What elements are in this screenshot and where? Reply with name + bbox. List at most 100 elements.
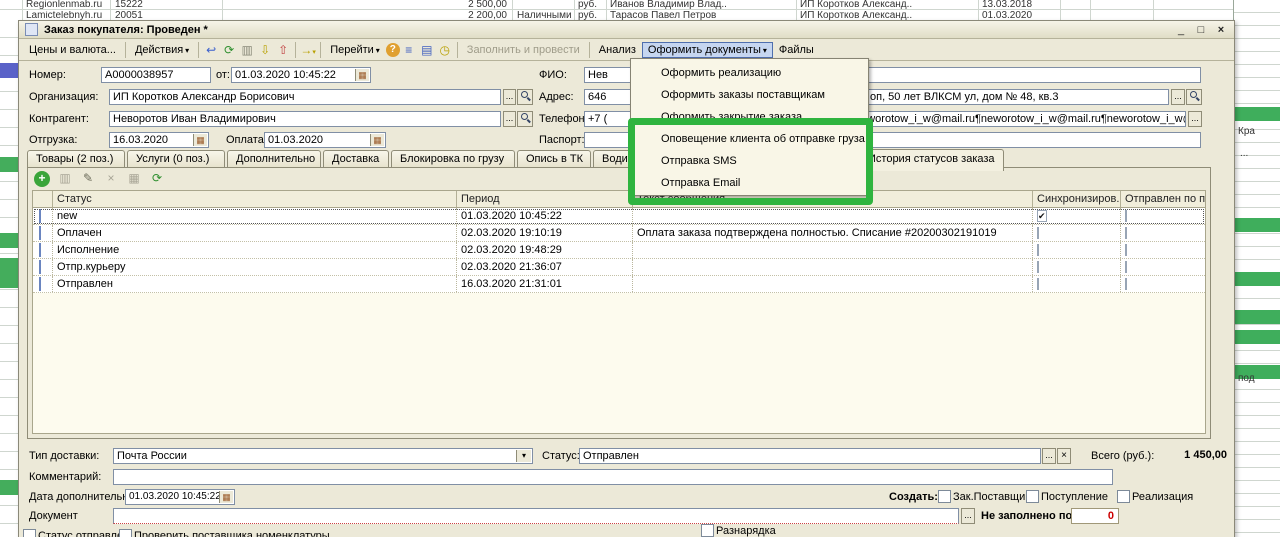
checkbox[interactable]: ✔ — [1037, 210, 1047, 222]
cell-synced — [1033, 259, 1121, 275]
reread-icon[interactable]: ↩ — [202, 42, 220, 58]
tab-goods[interactable]: Товары (2 поз.) — [27, 150, 125, 168]
background-table: Regionlenmab.ru 15222 2 500,00 руб. Иван… — [0, 0, 1233, 22]
bg-cell: ИП Коротков Александ.. — [800, 11, 930, 20]
tab-status-history[interactable]: История статусов заказа — [859, 149, 1004, 171]
delete-row-icon[interactable]: × — [103, 171, 119, 187]
export-icon[interactable]: ⇧ — [274, 42, 292, 58]
fill-and-post-button[interactable]: Заполнить и провести — [461, 42, 586, 58]
header-period[interactable]: Период — [457, 191, 633, 207]
create-supplier-order-label: Зак.Поставщику — [953, 491, 1036, 503]
checkbox[interactable] — [1037, 278, 1039, 290]
table-row[interactable]: Отправлен 16.03.2020 21:31:01 — [33, 276, 1205, 293]
status-clear-button[interactable]: × — [1057, 448, 1071, 464]
checkbox[interactable] — [1125, 210, 1127, 222]
header-status[interactable]: Статус — [53, 191, 457, 207]
tab-cargo-block[interactable]: Блокировка по грузу — [391, 150, 515, 168]
structure-icon[interactable]: ▤ — [418, 42, 436, 58]
checkbox[interactable] — [1125, 278, 1127, 290]
tab-additional[interactable]: Дополнительно — [227, 150, 321, 168]
phone-label: Телефон: — [539, 113, 588, 125]
table-row[interactable]: Отпр.курьеру 02.03.2020 21:36:07 — [33, 259, 1205, 276]
checkbox[interactable] — [1125, 227, 1127, 239]
comment-field[interactable] — [113, 469, 1113, 485]
email-field[interactable]: neworotow_i_w@mail.ru¶neworotow_i_w@mail… — [851, 111, 1186, 127]
status-label: Статус: — [542, 450, 580, 462]
make-documents-button[interactable]: Оформить документы▾ — [642, 42, 773, 58]
minimize-icon[interactable]: _ — [1174, 24, 1188, 36]
edit-row-icon[interactable]: ✎ — [80, 171, 96, 187]
chevron-down-icon[interactable]: ▾ — [516, 450, 531, 462]
header-synced[interactable]: Синхронизиров... — [1033, 191, 1121, 207]
allocation-checkbox[interactable] — [701, 524, 714, 537]
tab-delivery[interactable]: Доставка — [323, 150, 389, 168]
actions-button[interactable]: Действия▾ — [129, 42, 195, 58]
status-ellipsis-button[interactable]: ... — [1042, 448, 1056, 464]
document-field[interactable] — [113, 508, 959, 524]
tab-services[interactable]: Услуги (0 поз.) — [127, 150, 225, 168]
checkbox[interactable] — [1037, 227, 1039, 239]
create-realization-checkbox[interactable] — [1117, 490, 1130, 503]
organization-field[interactable]: ИП Коротков Александр Борисович — [109, 89, 501, 105]
checkbox[interactable] — [1125, 261, 1127, 273]
checkbox[interactable] — [1037, 261, 1039, 273]
status-sent-checkbox[interactable] — [23, 529, 36, 537]
help-icon[interactable]: ? — [386, 43, 400, 57]
counterparty-ellipsis-button[interactable]: ... — [503, 111, 516, 127]
add-row-icon[interactable]: + — [34, 171, 50, 187]
checkbox[interactable] — [1037, 244, 1039, 256]
menu-item-send-sms[interactable]: Отправка SMS — [631, 150, 868, 172]
tab-tk-list[interactable]: Опись в ТК — [517, 150, 591, 168]
close-icon[interactable]: × — [1214, 24, 1228, 36]
delivery-type-select[interactable]: Почта России▾ — [113, 448, 533, 464]
refresh-grid-icon[interactable]: ⟳ — [149, 171, 165, 187]
send-icon[interactable]: →▾ — [299, 42, 317, 58]
counterparty-search-button[interactable] — [517, 111, 533, 127]
header-sent[interactable]: Отправлен по п... — [1121, 191, 1205, 207]
counterparty-field[interactable]: Неворотов Иван Владимирович — [109, 111, 501, 127]
status-history-table: Статус Период Текст сообщения Синхронизи… — [32, 190, 1206, 434]
document-ellipsis-button[interactable]: ... — [961, 508, 975, 524]
analysis-button[interactable]: Анализ — [593, 42, 642, 58]
calendar-icon[interactable]: ▦ — [193, 134, 207, 146]
copy-icon[interactable]: ▥ — [238, 42, 256, 58]
import-icon[interactable]: ⇩ — [256, 42, 274, 58]
menu-item-send-email[interactable]: Отправка Email — [631, 172, 868, 194]
organization-ellipsis-button[interactable]: ... — [503, 89, 516, 105]
create-supplier-order-checkbox[interactable] — [938, 490, 951, 503]
history-icon[interactable]: ◷ — [436, 42, 454, 58]
calendar-icon[interactable]: ▦ — [219, 491, 233, 503]
organization-search-button[interactable] — [517, 89, 533, 105]
prices-currency-button[interactable]: Цены и валюта... — [23, 42, 122, 58]
menu-item-make-realization[interactable]: Оформить реализацию — [631, 62, 868, 84]
copy-row-icon[interactable]: ▥ — [57, 171, 73, 187]
menu-item-make-supplier-orders[interactable]: Оформить заказы поставщикам — [631, 84, 868, 106]
menu-item-client-shipment-notification[interactable]: Оповещение клиента об отправке груза — [631, 128, 868, 150]
goto-button[interactable]: Перейти▾ — [324, 42, 386, 58]
menu-item-make-order-closing[interactable]: Оформить закрытие заказа — [631, 106, 868, 128]
address-search-button[interactable] — [1186, 89, 1202, 105]
email-ellipsis-button[interactable]: ... — [1188, 111, 1202, 127]
calendar-icon[interactable]: ▦ — [355, 69, 369, 81]
maximize-icon[interactable]: □ — [1194, 24, 1208, 36]
titlebar[interactable]: Заказ покупателя: Проведен * _ □ × — [19, 21, 1234, 39]
refresh-icon[interactable]: ⟳ — [220, 42, 238, 58]
table-row[interactable]: new 01.03.2020 10:45:22 ✔ — [33, 208, 1205, 225]
checkbox[interactable] — [1125, 244, 1127, 256]
address-ellipsis-button[interactable]: ... — [1171, 89, 1185, 105]
payment-date-field[interactable]: 01.03.2020▦ — [264, 132, 386, 148]
calendar-icon[interactable]: ▦ — [370, 134, 384, 146]
create-receipt-checkbox[interactable] — [1026, 490, 1039, 503]
shipment-date-field[interactable]: 16.03.2020▦ — [109, 132, 209, 148]
number-field[interactable]: А0000038957 — [101, 67, 211, 83]
status-field[interactable]: Отправлен — [579, 448, 1041, 464]
table-row[interactable]: Исполнение 02.03.2020 19:48:29 — [33, 242, 1205, 259]
save-grid-icon[interactable]: ▦ — [126, 171, 142, 187]
list-icon[interactable]: ≡ — [400, 42, 418, 58]
extra-date-field[interactable]: 01.03.2020 10:45:22▦ — [125, 489, 235, 505]
date-field[interactable]: 01.03.2020 10:45:22▦ — [231, 67, 371, 83]
files-button[interactable]: Файлы — [773, 42, 820, 58]
bg-green-cell — [1234, 272, 1280, 286]
check-supplier-checkbox[interactable] — [119, 529, 132, 537]
table-row[interactable]: Оплачен 02.03.2020 19:10:19 Оплата заказ… — [33, 225, 1205, 242]
